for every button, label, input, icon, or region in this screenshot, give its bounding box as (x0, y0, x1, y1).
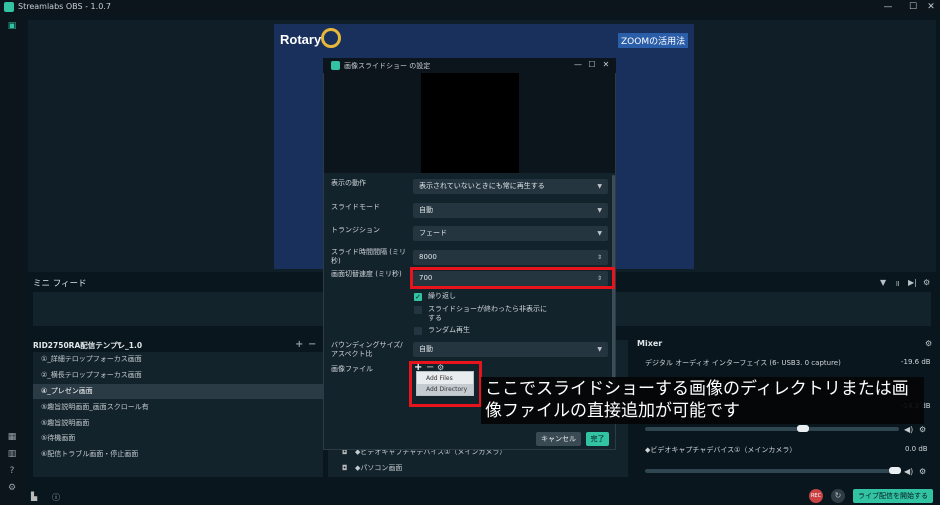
volume-slider-handle[interactable] (797, 425, 809, 432)
mixer-channel-db: 0.0 dB (905, 445, 928, 453)
remove-scene-button[interactable]: − (308, 339, 316, 350)
display-behavior-value: 表示されていないときにも常に再生する (419, 182, 545, 190)
scene-item[interactable]: ⑤趣旨説明画面 (33, 416, 323, 431)
volume-slider[interactable] (645, 427, 899, 431)
hide-when-done-checkbox[interactable] (414, 306, 422, 314)
dialog-close-button[interactable]: ✕ (599, 59, 613, 71)
dialog-title: 画像スライドショー の設定 (344, 62, 431, 70)
slide-mode-value: 自動 (419, 206, 433, 214)
left-rail: ▣ ▦ ▥ ? ⚙ (0, 14, 24, 505)
source-preview (421, 73, 519, 173)
cancel-button[interactable]: キャンセル (536, 432, 581, 446)
info-icon[interactable]: ⓘ (52, 492, 60, 503)
bounding-size-label: バウンディングサイズ/アスペクト比 (331, 341, 403, 358)
slide-interval-input[interactable]: 8000 ⇕ (413, 250, 608, 265)
chevron-down-icon: ▼ (597, 207, 602, 214)
rotary-logo-text: Rotary (280, 32, 322, 47)
help-icon[interactable]: ? (6, 465, 18, 477)
dialog-maximize-button[interactable]: ☐ (585, 59, 599, 71)
window-titlebar: Streamlabs OBS - 1.0.7 — ☐ ✕ (0, 0, 940, 14)
transition-select[interactable]: フェード ▼ (413, 226, 608, 241)
library-icon[interactable]: ▥ (6, 448, 18, 460)
dialog-scrollbar[interactable] (612, 175, 615, 405)
chevron-down-icon: ▼ (597, 183, 602, 190)
scene-collection-title[interactable]: RID2750RA配信テンプレ_1.0 (33, 340, 142, 351)
chevron-down-icon: ▼ (597, 346, 602, 353)
random-label: ランダム再生 (428, 326, 470, 334)
mixer-channel-name: デジタル オーディオ インターフェイス (6- USB3. 0 capture) (645, 359, 841, 367)
transition-speed-value: 700 (419, 274, 433, 282)
transition-speed-input[interactable]: 700 ⇕ (413, 271, 608, 286)
status-bar (24, 486, 940, 505)
image-files-label: 画像ファイル (331, 365, 373, 373)
transition-speed-label: 画面切替速度 (ミリ秒) (331, 270, 402, 278)
display-behavior-label: 表示の動作 (331, 179, 366, 187)
display-behavior-select[interactable]: 表示されていないときにも常に再生する ▼ (413, 179, 608, 194)
scene-item[interactable]: ⑥配信トラブル画面・停止画面 (33, 447, 323, 462)
filter-icon[interactable]: ▼ (880, 278, 886, 287)
done-button[interactable]: 完了 (586, 432, 609, 446)
random-checkbox[interactable] (414, 327, 422, 335)
speaker-icon[interactable]: ◀) (904, 467, 913, 476)
performance-icon[interactable]: ▙ (31, 492, 37, 501)
mixer-title: Mixer (637, 339, 663, 348)
zoom-title-label: ZOOMの活用法 (618, 33, 689, 48)
hide-when-done-label: スライドショーが終わったら非表示にする (428, 305, 547, 322)
skip-icon[interactable]: ▶| (908, 278, 917, 287)
mixer-settings-icon[interactable]: ⚙ (925, 339, 932, 348)
stepper-icon[interactable]: ⇕ (597, 250, 602, 265)
add-scene-button[interactable]: + (295, 339, 303, 350)
settings-gear-icon[interactable]: ⚙ (6, 482, 18, 494)
mixer-channel-db: -19.6 dB (901, 358, 931, 366)
go-live-button[interactable]: ライブ配信を開始する (853, 489, 933, 503)
minimize-button[interactable]: — (877, 0, 899, 14)
channel-settings-icon[interactable]: ⚙ (919, 467, 926, 476)
layout-icon[interactable]: ▦ (6, 431, 18, 443)
annotation-caption: ここでスライドショーする画像のディレクトリまたは画像ファイルの直接追加が可能です (481, 377, 924, 424)
transition-value: フェード (419, 229, 447, 237)
slide-interval-label: スライド時間間隔 (ミリ秒) (331, 248, 406, 265)
scene-item[interactable]: ⑤趣旨説明画面_画面スクロール有 (33, 400, 323, 415)
stepper-icon[interactable]: ⇕ (597, 271, 602, 286)
volume-slider[interactable] (645, 469, 899, 473)
app-logo-icon (4, 2, 14, 12)
scene-item[interactable]: ①_詳細テロップフォーカス画面 (33, 352, 323, 367)
add-directory-menu-item[interactable]: Add Directory (417, 384, 473, 395)
slide-mode-select[interactable]: 自動 ▼ (413, 203, 608, 218)
dialog-minimize-button[interactable]: — (571, 59, 585, 71)
slide-interval-value: 8000 (419, 253, 437, 261)
loop-checkbox[interactable]: ✓ (414, 293, 422, 301)
channel-settings-icon[interactable]: ⚙ (919, 425, 926, 434)
scene-item[interactable]: ②_横長テロップフォーカス画面 (33, 368, 323, 383)
collection-dropdown-icon[interactable]: ▼ (117, 341, 122, 348)
transition-label: トランジション (331, 226, 380, 234)
rotary-wheel-icon (321, 28, 341, 48)
record-button[interactable]: REC (809, 489, 823, 503)
add-files-menu-item[interactable]: Add Files (417, 373, 473, 384)
mixer-channel-name: ◆ビデオキャプチャデバイス①（メインカメラ） (645, 446, 797, 454)
replay-buffer-icon[interactable]: ↻ (831, 489, 845, 503)
slide-mode-label: スライドモード (331, 203, 380, 211)
scene-item[interactable]: ⑤待機画面 (33, 431, 323, 446)
studio-mode-icon[interactable]: ▣ (6, 20, 18, 32)
dialog-logo-icon (331, 61, 340, 70)
source-lock-icon[interactable]: ◘ (342, 464, 348, 472)
bounding-size-select[interactable]: 自動 ▼ (413, 342, 608, 357)
scene-item-selected[interactable]: ④_プレゼン画面 (33, 384, 323, 399)
chevron-down-icon: ▼ (597, 230, 602, 237)
speaker-icon[interactable]: ◀) (904, 425, 913, 434)
mini-feed-title: ミニ フィード (33, 279, 87, 289)
volume-slider-handle[interactable] (889, 467, 901, 474)
source-item[interactable]: ◆パソコン画面 (355, 461, 645, 476)
bounding-size-value: 自動 (419, 345, 433, 353)
close-button[interactable]: ✕ (920, 0, 940, 14)
window-title: Streamlabs OBS - 1.0.7 (18, 2, 111, 11)
pause-icon[interactable]: ॥ (895, 278, 900, 289)
mini-feed-settings-icon[interactable]: ⚙ (923, 278, 930, 287)
loop-label: 繰り返し (428, 292, 456, 300)
